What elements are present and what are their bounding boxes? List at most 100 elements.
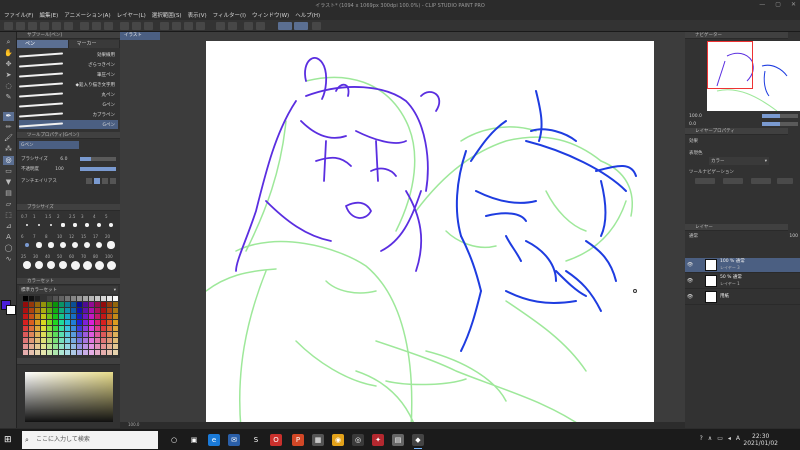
color-swatch[interactable]: [41, 344, 46, 349]
color-swatch[interactable]: [65, 308, 70, 313]
navigator-view-frame[interactable]: [707, 41, 753, 89]
selection-icon[interactable]: ◌: [3, 82, 14, 91]
color-swatch[interactable]: [47, 302, 52, 307]
layer-row[interactable]: 👁 100 % 通常 レイヤー 3: [685, 258, 800, 273]
color-swatch[interactable]: [77, 326, 82, 331]
color-swatch[interactable]: [101, 302, 106, 307]
menu-file[interactable]: ファイル(F): [4, 11, 33, 19]
menu-animation[interactable]: アニメーション(A): [64, 11, 110, 19]
hand-icon[interactable]: ✋: [3, 49, 14, 58]
color-swatch[interactable]: [95, 338, 100, 343]
mask-icon[interactable]: [228, 22, 237, 30]
brush-size-swatch[interactable]: [37, 223, 41, 227]
fill-icon[interactable]: [216, 22, 225, 30]
color-swatch[interactable]: [35, 350, 40, 355]
antialias-row[interactable]: アンチエイリアス: [19, 177, 118, 185]
pen-pressure-icon[interactable]: [294, 22, 308, 30]
chrome-icon[interactable]: ◉: [332, 434, 344, 446]
color-swatch[interactable]: [47, 320, 52, 325]
clip-studio-paint-icon[interactable]: ◆: [412, 434, 424, 449]
color-swatch[interactable]: [95, 302, 100, 307]
tab-marker[interactable]: マーカー: [68, 40, 120, 48]
layer-property-btn-1[interactable]: [695, 178, 715, 184]
close-button[interactable]: ✕: [791, 1, 796, 8]
color-swatch[interactable]: [59, 320, 64, 325]
brush-size-swatch[interactable]: [46, 260, 56, 270]
color-swatch[interactable]: [113, 350, 118, 355]
color-swatch[interactable]: [107, 296, 112, 301]
color-swatch[interactable]: [77, 338, 82, 343]
menu-layer[interactable]: レイヤー(L): [117, 11, 146, 19]
color-swatch[interactable]: [71, 320, 76, 325]
ruler-icon[interactable]: [160, 22, 169, 30]
layer-row[interactable]: 👁 用紙: [685, 290, 800, 305]
frame-icon[interactable]: ⬚: [3, 211, 14, 220]
color-swatch[interactable]: [29, 332, 34, 337]
color-swatch[interactable]: [107, 326, 112, 331]
color-swatch[interactable]: [59, 344, 64, 349]
color-swatch[interactable]: [41, 332, 46, 337]
color-swatch[interactable]: [35, 302, 40, 307]
figure-icon[interactable]: ▱: [3, 200, 14, 209]
eye-icon[interactable]: 👁: [685, 262, 695, 268]
color-swatch[interactable]: [53, 350, 58, 355]
color-swatch[interactable]: [29, 302, 34, 307]
color-swatch[interactable]: [71, 332, 76, 337]
color-swatch[interactable]: [29, 344, 34, 349]
color-swatch[interactable]: [89, 350, 94, 355]
color-swatch[interactable]: [59, 314, 64, 319]
new-file-icon[interactable]: [16, 22, 25, 30]
color-swatch[interactable]: [59, 350, 64, 355]
color-swatch[interactable]: [65, 314, 70, 319]
brush-item[interactable]: Gペン: [19, 120, 118, 129]
color-swatch[interactable]: [71, 338, 76, 343]
transform-icon[interactable]: [92, 22, 101, 30]
navigator-zoom-slider[interactable]: [762, 114, 798, 118]
color-swatch[interactable]: [23, 296, 28, 301]
color-swatch[interactable]: [113, 314, 118, 319]
color-swatch[interactable]: [89, 308, 94, 313]
color-swatch[interactable]: [47, 344, 52, 349]
color-swatch[interactable]: [29, 326, 34, 331]
color-swatch[interactable]: [113, 338, 118, 343]
color-swatch[interactable]: [83, 326, 88, 331]
color-swatch[interactable]: [41, 326, 46, 331]
color-swatch[interactable]: [71, 326, 76, 331]
color-swatch[interactable]: [47, 338, 52, 343]
tab-pen[interactable]: ペン: [17, 40, 69, 48]
color-swatch[interactable]: [35, 308, 40, 313]
color-swatch[interactable]: [59, 308, 64, 313]
color-swatch[interactable]: [71, 350, 76, 355]
edge-icon[interactable]: e: [208, 434, 220, 446]
brush-size-swatch[interactable]: [96, 222, 102, 228]
color-swatch[interactable]: [29, 308, 34, 313]
brush-size-swatch[interactable]: [71, 241, 79, 249]
redo-icon[interactable]: [64, 22, 73, 30]
color-swatch[interactable]: [29, 296, 34, 301]
color-swatch[interactable]: [89, 302, 94, 307]
color-swatch[interactable]: [59, 332, 64, 337]
open-file-icon[interactable]: [28, 22, 37, 30]
expression-select[interactable]: カラー ▾: [709, 157, 769, 165]
undo-icon[interactable]: [52, 22, 61, 30]
explorer-icon[interactable]: ◎: [352, 434, 364, 446]
antialias-strong-icon[interactable]: [110, 178, 116, 184]
clear-icon[interactable]: [80, 22, 89, 30]
color-swatch[interactable]: [89, 332, 94, 337]
clock[interactable]: 22:30 2021/01/02: [743, 433, 778, 447]
brush-item[interactable]: ◆鉛入り描き文字用: [19, 80, 118, 89]
color-swatch[interactable]: [47, 308, 52, 313]
color-swatch[interactable]: [113, 332, 118, 337]
color-swatch[interactable]: [95, 350, 100, 355]
app-icon[interactable]: ▦: [312, 434, 324, 446]
color-swatch[interactable]: [65, 344, 70, 349]
color-swatch[interactable]: [41, 308, 46, 313]
color-swatch[interactable]: [101, 350, 106, 355]
brush-size-swatch[interactable]: [107, 241, 115, 249]
color-swatch[interactable]: [23, 350, 28, 355]
color-swatch[interactable]: [107, 314, 112, 319]
color-swatch[interactable]: [107, 320, 112, 325]
brush-size-swatch[interactable]: [60, 242, 66, 248]
color-swatch[interactable]: [23, 320, 28, 325]
color-swatch[interactable]: [107, 338, 112, 343]
